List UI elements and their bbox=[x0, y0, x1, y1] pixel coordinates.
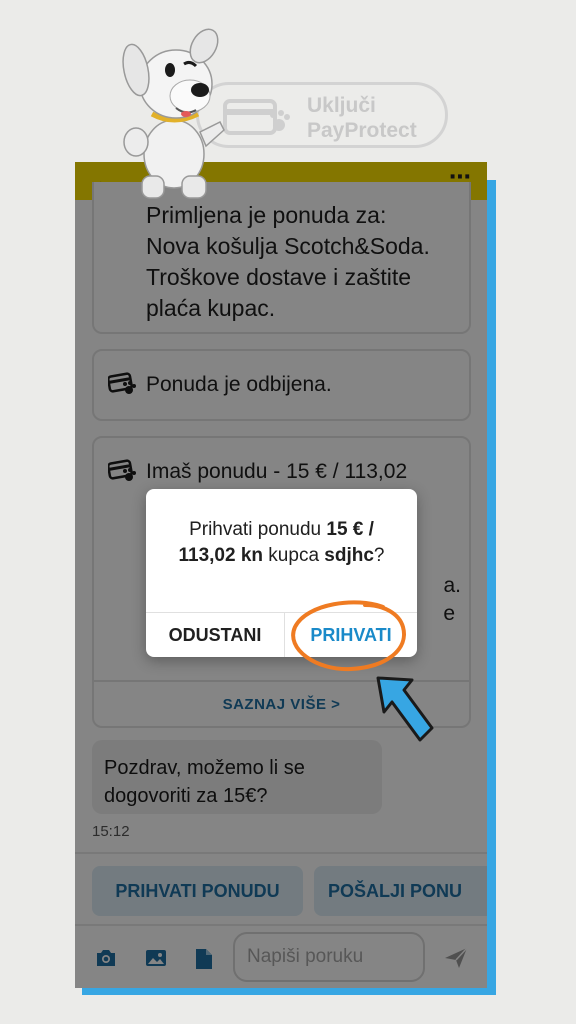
dialog-prefix: Prihvati ponudu bbox=[189, 519, 327, 540]
payprotect-label: Uključi PayProtect bbox=[307, 93, 417, 143]
pointer-arrow-icon bbox=[376, 676, 434, 742]
dialog-middle: kupca bbox=[263, 545, 325, 566]
cancel-button[interactable]: ODUSTANI bbox=[146, 613, 284, 657]
highlight-circle bbox=[291, 600, 406, 672]
dialog-buyer: sdjhc bbox=[324, 545, 374, 566]
dialog-message: Prihvati ponudu 15 € / 113,02 kn kupca s… bbox=[166, 517, 397, 569]
dog-mascot bbox=[122, 28, 225, 199]
payprotect-line2: PayProtect bbox=[307, 119, 417, 142]
payprotect-line1: Uključi bbox=[307, 94, 376, 117]
dialog-suffix: ? bbox=[373, 545, 385, 566]
